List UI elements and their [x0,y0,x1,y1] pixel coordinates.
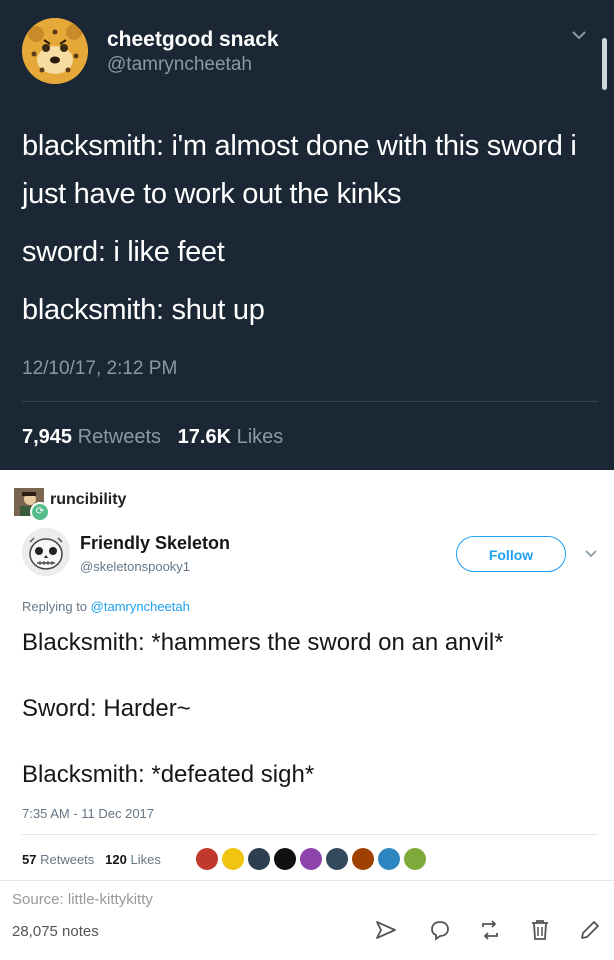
scrollbar[interactable] [602,38,607,90]
skeleton-face-icon [22,528,70,576]
tweet-line: Blacksmith: *defeated sigh* [22,761,315,788]
tweet-line: Sword: Harder~ [22,695,191,722]
reblog-badge-icon: ⟳ [30,502,50,522]
tweet-text: Blacksmith: *hammers the sword on an anv… [22,626,602,824]
edit-icon[interactable] [578,918,602,942]
retweet-label[interactable]: Retweets [40,852,94,867]
like-label[interactable]: Likes [237,426,284,448]
tweet-timestamp: 12/10/17, 2:12 PM [22,358,178,379]
tweet-line: Blacksmith: *hammers the sword on an anv… [22,629,504,656]
user-handle[interactable]: @skeletonspooky1 [80,559,190,574]
share-icon[interactable] [374,918,398,942]
reply-icon[interactable] [428,918,452,942]
retweet-count[interactable]: 7,945 [22,426,72,448]
liker-avatar[interactable] [300,848,322,870]
liker-avatar[interactable] [222,848,244,870]
user-handle[interactable]: @tamryncheetah [107,54,252,76]
reblog-section: ⟳ runcibility Friendly Skeleton @skeleto… [0,470,614,960]
cheetah-face-icon [22,18,88,84]
liker-avatar[interactable] [274,848,296,870]
like-count[interactable]: 120 [105,852,127,867]
tweet-timestamp: 7:35 AM - 11 Dec 2017 [22,806,155,821]
retweet-count[interactable]: 57 [22,852,36,867]
chevron-down-icon[interactable] [584,546,598,560]
tweet-stats: 57 Retweets 120 Likes [22,852,161,867]
like-count[interactable]: 17.6K [178,426,231,448]
replying-to-handle[interactable]: @tamryncheetah [91,599,190,614]
divider [22,834,598,835]
display-name[interactable]: Friendly Skeleton [80,533,230,554]
liker-avatar[interactable] [248,848,270,870]
tweet-text: blacksmith: i'm almost done with this sw… [22,122,592,344]
liker-avatar[interactable] [378,848,400,870]
original-tweet-card: cheetgood snack @tamryncheetah blacksmit… [0,0,614,470]
delete-icon[interactable] [528,918,552,942]
reblog-icon[interactable] [478,918,502,942]
divider [22,401,598,402]
skeleton-avatar[interactable] [22,528,70,576]
tweet-line: sword: i like feet [22,236,225,268]
liker-avatar[interactable] [404,848,426,870]
like-label[interactable]: Likes [130,852,160,867]
follow-button[interactable]: Follow [456,536,566,572]
tweet-line: blacksmith: shut up [22,294,265,326]
chevron-down-icon[interactable] [570,26,588,44]
replying-to: Replying to @tamryncheetah [22,599,190,614]
reblogger-name[interactable]: runcibility [50,491,126,509]
replying-prefix: Replying to [22,599,88,614]
display-name[interactable]: cheetgood snack [107,28,279,52]
retweet-label[interactable]: Retweets [78,426,161,448]
divider [0,880,614,881]
tweet-line: blacksmith: i'm almost done with this sw… [22,130,577,210]
liker-avatar[interactable] [352,848,374,870]
liker-avatar[interactable] [196,848,218,870]
cheetah-avatar[interactable] [22,18,88,84]
tweet-stats: 7,945 Retweets 17.6K Likes [22,426,283,449]
liker-avatar[interactable] [326,848,348,870]
notes-count[interactable]: 28,075 notes [12,923,99,940]
source-link[interactable]: Source: little-kittykitty [12,891,153,908]
